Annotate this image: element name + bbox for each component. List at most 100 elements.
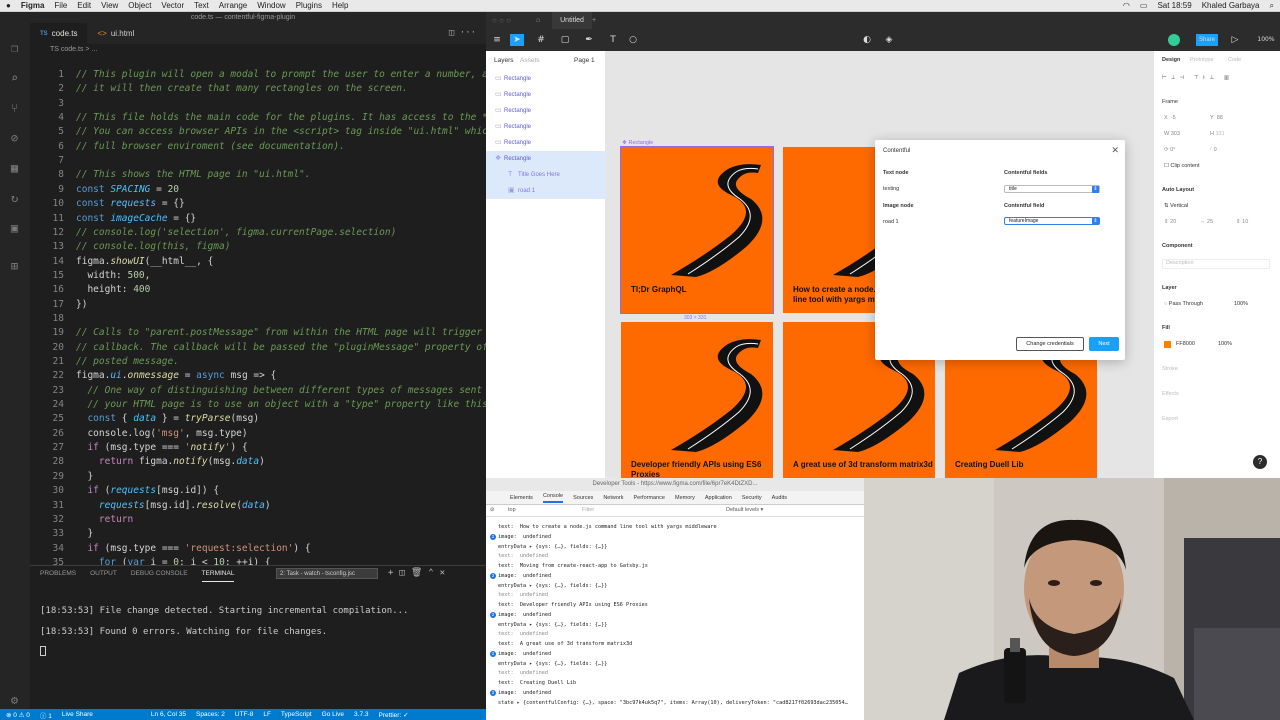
code-line[interactable]: if (requests[msg.id]) { bbox=[76, 485, 219, 496]
code-line[interactable]: } bbox=[76, 528, 93, 539]
page-select[interactable]: Page 1 bbox=[574, 57, 595, 64]
clip-content-checkbox[interactable]: ☐ Clip content bbox=[1164, 163, 1200, 169]
component-icon[interactable]: ◈ bbox=[882, 34, 896, 46]
tab-memory[interactable]: Memory bbox=[675, 495, 695, 501]
code-line[interactable]: const SPACING = 20 bbox=[76, 184, 179, 195]
frame-tool-icon[interactable]: # bbox=[534, 34, 548, 46]
change-credentials-button[interactable]: Change credentials bbox=[1016, 337, 1084, 351]
tab-terminal[interactable]: TERMINAL bbox=[201, 570, 235, 582]
spacing-field[interactable]: ⇕ 20 bbox=[1164, 219, 1176, 225]
code-line[interactable]: // full browser enviroment (see document… bbox=[76, 141, 345, 152]
battery-icon[interactable]: ▭ bbox=[1140, 1, 1148, 11]
code-line[interactable]: const { data } = tryParse(msg) bbox=[76, 413, 259, 424]
explorer-icon[interactable]: ❐ bbox=[7, 41, 22, 56]
frame-label[interactable]: Frame bbox=[1162, 99, 1178, 105]
zoom-level[interactable]: 100% bbox=[1256, 34, 1276, 46]
tab-application[interactable]: Application bbox=[705, 495, 732, 501]
y-field[interactable]: Y 88 bbox=[1210, 115, 1223, 121]
description-input[interactable]: Description bbox=[1162, 259, 1270, 269]
console-line[interactable]: image: undefined bbox=[498, 690, 551, 696]
console-line[interactable]: entryData ▸ {sys: {…}, fields: {…}} bbox=[498, 661, 607, 667]
tab-design[interactable]: Design bbox=[1162, 57, 1180, 63]
new-tab-icon[interactable]: + bbox=[592, 12, 596, 29]
console-line[interactable]: image: undefined bbox=[498, 573, 551, 579]
code-line[interactable]: // it will then create that many rectang… bbox=[76, 83, 408, 94]
status-language[interactable]: TypeScript bbox=[281, 711, 312, 718]
code-line[interactable]: // You can access browser APIs in the <s… bbox=[76, 126, 486, 137]
menu-window[interactable]: Window bbox=[257, 1, 285, 10]
menu-file[interactable]: File bbox=[54, 1, 67, 10]
menu-arrange[interactable]: Arrange bbox=[219, 1, 247, 10]
code-editor[interactable]: 1 // This plugin will open a modal to pro… bbox=[30, 55, 486, 565]
tab-network[interactable]: Network bbox=[603, 495, 623, 501]
home-icon[interactable]: ⌂ bbox=[536, 12, 540, 29]
comment-tool-icon[interactable]: ○ bbox=[626, 34, 640, 46]
tab-console[interactable]: Console bbox=[542, 493, 564, 503]
layer-item[interactable]: ▭ Rectangle bbox=[486, 135, 606, 151]
status-problems[interactable]: ⊗ 0 ⚠ 0 bbox=[6, 711, 30, 719]
menu-text[interactable]: Text bbox=[194, 1, 209, 10]
x-field[interactable]: X -5 bbox=[1164, 115, 1176, 121]
avatar[interactable] bbox=[1168, 34, 1180, 46]
code-line[interactable]: // This file holds the main code for the… bbox=[76, 112, 486, 123]
console-line[interactable]: image: undefined bbox=[498, 534, 551, 540]
status-position[interactable]: Ln 6, Col 35 bbox=[151, 711, 186, 718]
fill-opacity[interactable]: 100% bbox=[1218, 341, 1232, 347]
source-control-icon[interactable]: ⑂ bbox=[7, 101, 22, 116]
tab-debug-console[interactable]: DEBUG CONSOLE bbox=[131, 570, 188, 582]
extensions-icon[interactable]: ▦ bbox=[7, 161, 22, 176]
code-line[interactable]: height: 400 bbox=[76, 284, 150, 295]
context-select[interactable]: top bbox=[508, 507, 516, 513]
console-line[interactable]: image: undefined bbox=[498, 612, 551, 618]
code-line[interactable]: return figma.notify(msg.data) bbox=[76, 456, 265, 467]
status-info[interactable]: ⓘ 1 bbox=[40, 710, 52, 720]
menu-app-name[interactable]: Figma bbox=[21, 1, 45, 10]
remote-icon[interactable]: ▣ bbox=[7, 221, 22, 236]
code-line[interactable]: const requests = {} bbox=[76, 198, 185, 209]
close-icon[interactable]: ✕ bbox=[1111, 145, 1119, 156]
search-icon[interactable]: ⌕ bbox=[1270, 1, 1274, 11]
tab-layers[interactable]: Layers bbox=[494, 57, 514, 64]
status-encoding[interactable]: UTF-8 bbox=[235, 711, 253, 718]
code-line[interactable]: }) bbox=[76, 299, 87, 310]
layer-item-child[interactable]: T Title Goes Here bbox=[486, 167, 606, 183]
contrast-icon[interactable]: ◐ bbox=[860, 34, 874, 46]
levels-select[interactable]: Default levels ▾ bbox=[726, 507, 763, 513]
w-field[interactable]: W 303 bbox=[1164, 131, 1180, 137]
text-tool-icon[interactable]: T bbox=[606, 34, 620, 46]
menu-help[interactable]: Help bbox=[332, 1, 348, 10]
status-spaces[interactable]: Spaces: 2 bbox=[196, 711, 225, 718]
menu-icon[interactable]: ≡ bbox=[490, 34, 504, 46]
console-line[interactable]: text: Creating Duell Lib bbox=[498, 680, 576, 686]
code-line[interactable]: const imageCache = {} bbox=[76, 213, 196, 224]
tab-audits[interactable]: Audits bbox=[772, 495, 787, 501]
code-line[interactable]: for (var i = 0; i < 10; ++i) { bbox=[76, 557, 271, 565]
tab-performance[interactable]: Performance bbox=[633, 495, 665, 501]
code-line[interactable]: requests[msg.id].resolve(data) bbox=[76, 500, 271, 511]
terminal-actions-icon[interactable]: +◫🗑︎⌃✕ bbox=[388, 568, 451, 578]
code-line[interactable]: // Calls to "parent.postMessage" from wi… bbox=[76, 327, 486, 338]
code-line[interactable]: // your HTML page is to use an object wi… bbox=[76, 399, 486, 410]
export-label[interactable]: Export bbox=[1162, 416, 1178, 422]
layer-item[interactable]: ▭ Rectangle bbox=[486, 87, 606, 103]
menu-view[interactable]: View bbox=[101, 1, 118, 10]
code-line[interactable]: // callback. The callback will be passed… bbox=[76, 342, 486, 353]
console-line[interactable]: text: A great use of 3d transform matrix… bbox=[498, 641, 632, 647]
layer-item[interactable]: ▭ Rectangle bbox=[486, 71, 606, 87]
console-line[interactable]: entryData ▸ {sys: {…}, fields: {…}} bbox=[498, 544, 607, 550]
fill-color-swatch[interactable] bbox=[1164, 341, 1171, 348]
help-icon[interactable]: ? bbox=[1253, 455, 1267, 469]
code-line[interactable]: // console.log('selection', figma.curren… bbox=[76, 227, 396, 238]
align-icons[interactable]: ⊢⊥⊣ ⊤⊦⊥ ▥ bbox=[1162, 75, 1233, 81]
console-line[interactable]: entryData ▸ {sys: {…}, fields: {…}} bbox=[498, 583, 607, 589]
pen-tool-icon[interactable]: ✒ bbox=[582, 34, 596, 46]
status-eol[interactable]: LF bbox=[263, 711, 271, 718]
console-line[interactable]: text: undefined bbox=[498, 592, 548, 598]
card-1[interactable]: Tl;Dr GraphQL bbox=[620, 146, 774, 314]
layer-item-selected[interactable]: ❖ Rectangle bbox=[486, 151, 606, 167]
code-line[interactable]: width: 500, bbox=[76, 270, 150, 281]
direction-select[interactable]: ⇅ Vertical bbox=[1164, 203, 1188, 209]
code-line[interactable]: if (msg.type === 'notify') { bbox=[76, 442, 247, 453]
code-line[interactable]: console.log('msg', msg.type) bbox=[76, 428, 247, 439]
text-field-select[interactable]: title ⇕ bbox=[1004, 185, 1100, 193]
